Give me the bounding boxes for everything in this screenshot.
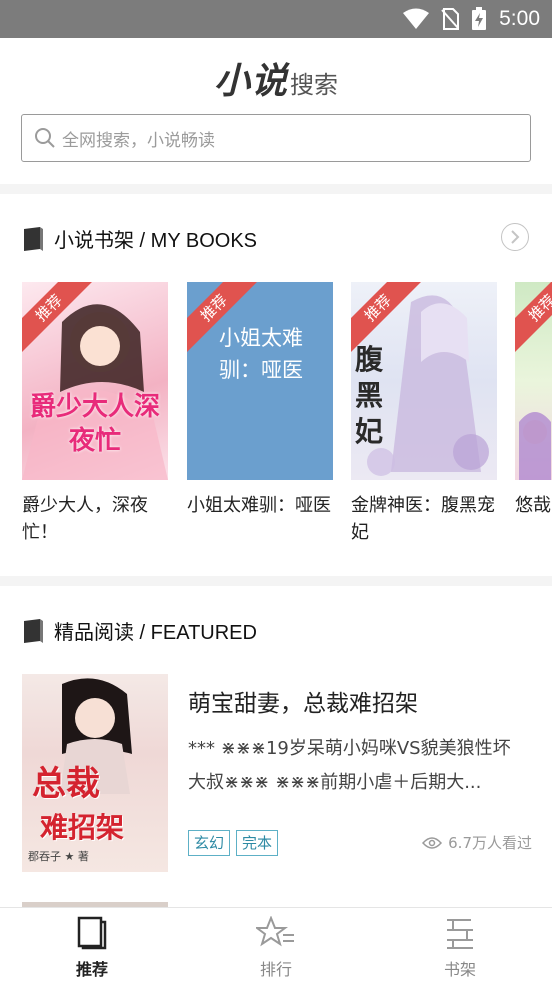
divider bbox=[0, 184, 552, 194]
book-cover: 爵少大人深夜忙 推荐 bbox=[22, 282, 168, 480]
featured-book-cover: 总裁 难招架 郡吞子 ★ 著 bbox=[22, 674, 168, 872]
star-list-icon bbox=[254, 915, 294, 947]
view-count: 6.7万人看过 bbox=[422, 832, 532, 853]
cover-title-text: 腹黑妃 bbox=[355, 343, 384, 448]
book-cover: 推荐 bbox=[515, 282, 552, 480]
featured-book-item[interactable]: 总裁 难招架 郡吞子 ★ 著 萌宝甜妻，总裁难招架 *** ⋇⋇⋇19岁呆萌小妈… bbox=[22, 674, 532, 872]
recommend-book-icon bbox=[77, 916, 107, 950]
nav-tab-ranking[interactable]: 排行 bbox=[216, 915, 336, 980]
featured-header: 精品阅读 / FEATURED bbox=[22, 616, 257, 645]
status-tag[interactable]: 完本 bbox=[236, 830, 279, 856]
book-icon bbox=[24, 226, 43, 251]
eye-icon bbox=[422, 836, 443, 849]
search-input[interactable]: 全网搜索，小说畅读 bbox=[21, 114, 531, 162]
book-cover: 腹黑妃 推荐 bbox=[351, 282, 497, 480]
bookshelf-header: 小说书架 / MY BOOKS bbox=[22, 224, 257, 253]
view-count-text: 6.7万人看过 bbox=[448, 834, 532, 852]
chevron-right-icon bbox=[511, 230, 520, 244]
bookshelf-list: 爵少大人深夜忙 推荐 爵少大人，深夜忙！ 小姐太难驯：哑医 推荐 小姐太难驯：哑… bbox=[0, 282, 552, 552]
book-title: 爵少大人，深夜忙！ bbox=[22, 495, 148, 543]
cover-title-text: 爵少大人深夜忙 bbox=[29, 392, 160, 456]
book-item[interactable]: 推荐 悠哉田， bbox=[515, 282, 552, 519]
status-bar: 5:00 bbox=[0, 0, 552, 38]
battery-charging-icon bbox=[472, 7, 487, 30]
cover-title-top: 总裁 bbox=[32, 764, 100, 804]
status-time: 5:00 bbox=[499, 7, 540, 30]
book-title: 悠哉田， bbox=[515, 495, 552, 516]
nav-tab-recommend[interactable]: 推荐 bbox=[32, 916, 152, 980]
status-icons: 5:00 bbox=[403, 6, 540, 32]
book-title: 金牌神医：腹黑宠妃 bbox=[351, 495, 495, 543]
tag-list: 玄幻 完本 bbox=[188, 830, 279, 856]
divider bbox=[0, 576, 552, 586]
wifi-icon bbox=[403, 8, 430, 29]
app-logo: 小说搜索 bbox=[0, 52, 552, 104]
bookshelf-icon bbox=[447, 919, 473, 949]
cover-title-text: 小姐太难驯：哑医 bbox=[219, 326, 303, 382]
featured-book-description: *** ⋇⋇⋇19岁呆萌小妈咪VS貌美狼性坏大叔⋇⋇⋇ ⋇⋇⋇前期小虐＋后期大.… bbox=[188, 738, 511, 793]
book-item[interactable]: 腹黑妃 推荐 金牌神医：腹黑宠妃 bbox=[351, 282, 497, 546]
book-item[interactable]: 小姐太难驯：哑医 推荐 小姐太难驯：哑医 bbox=[187, 282, 333, 519]
app-header: 小说搜索 全网搜索，小说畅读 bbox=[0, 38, 552, 184]
bookshelf-title: 小说书架 / MY BOOKS bbox=[54, 230, 257, 252]
bottom-nav: 推荐 排行 书架 bbox=[0, 907, 552, 981]
nav-label: 书架 bbox=[443, 960, 476, 979]
cover-author: 郡吞子 ★ 著 bbox=[28, 850, 89, 863]
cover-title-bottom: 难招架 bbox=[40, 811, 125, 844]
logo-sub-text: 搜索 bbox=[290, 71, 338, 99]
search-placeholder: 全网搜索，小说畅读 bbox=[62, 130, 215, 151]
bookshelf-more-button[interactable] bbox=[501, 223, 529, 251]
book-title: 小姐太难驯：哑医 bbox=[187, 495, 331, 516]
nav-tab-bookshelf[interactable]: 书架 bbox=[400, 916, 520, 980]
book-cover: 小姐太难驯：哑医 推荐 bbox=[187, 282, 333, 480]
search-icon bbox=[35, 128, 55, 148]
featured-title: 精品阅读 / FEATURED bbox=[54, 622, 257, 644]
nav-label: 推荐 bbox=[75, 960, 108, 979]
book-item[interactable]: 爵少大人深夜忙 推荐 爵少大人，深夜忙！ bbox=[22, 282, 168, 546]
logo-main-text: 小说 bbox=[213, 60, 288, 102]
genre-tag[interactable]: 玄幻 bbox=[188, 830, 231, 856]
book-icon bbox=[24, 618, 43, 643]
featured-book-title: 萌宝甜妻，总裁难招架 bbox=[188, 691, 418, 717]
no-sim-icon bbox=[441, 8, 460, 30]
nav-label: 排行 bbox=[259, 960, 292, 979]
